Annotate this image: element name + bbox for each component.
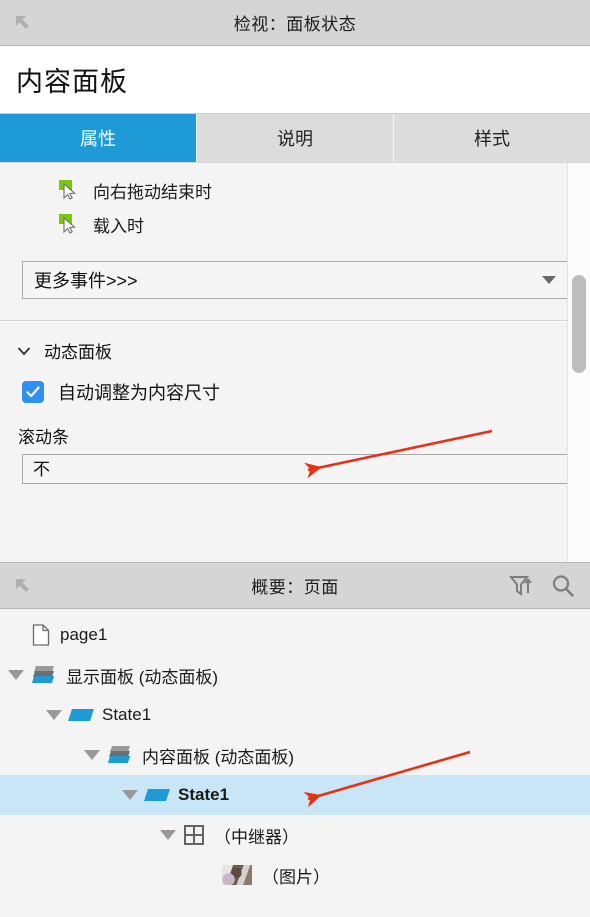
dynamic-panel-section-title: 动态面板 — [44, 343, 112, 362]
chevron-expanded-icon[interactable] — [46, 710, 62, 720]
dynamic-panel-icon — [107, 746, 132, 764]
event-row-drag-right-end[interactable]: 向右拖动结束时 — [0, 173, 590, 207]
event-label: 载入时 — [93, 216, 144, 236]
filter-icon[interactable] — [508, 573, 534, 599]
image-thumb-icon — [222, 865, 252, 885]
apphost: 检视：面板状态 内容面板 属性 说明 样式 向右拖动结束时 载入时 更多事件>>… — [0, 0, 590, 917]
tree-row-label: （中继器） — [214, 827, 299, 847]
tab-properties-label: 属性 — [80, 129, 116, 149]
tree-row-state1-outer[interactable]: State1 — [0, 695, 590, 735]
tab-properties[interactable]: 属性 — [0, 114, 197, 162]
events-list: 向右拖动结束时 载入时 — [0, 163, 590, 241]
autofit-checkbox-row[interactable]: 自动调整为内容尺寸 — [0, 363, 590, 405]
scrollbar-select[interactable]: 不 — [22, 454, 568, 484]
tab-notes-label: 说明 — [277, 129, 313, 149]
outline-tree: page1 显示面板 (动态面板) State1 内容面板 (动态面板) Sta… — [0, 609, 590, 895]
dynamic-panel-icon — [31, 666, 56, 684]
tree-row-page1[interactable]: page1 — [0, 615, 590, 655]
chevron-expanded-icon[interactable] — [8, 670, 24, 680]
autofit-checkbox-label: 自动调整为内容尺寸 — [58, 383, 220, 403]
tab-style[interactable]: 样式 — [394, 114, 590, 162]
inspector-panel-header: 检视：面板状态 — [0, 0, 590, 46]
properties-body: 向右拖动结束时 载入时 更多事件>>> 动态面板 自动调整为内容尺寸 滚动条 不 — [0, 162, 590, 562]
collapse-arrow-icon[interactable] — [12, 575, 34, 597]
repeater-icon — [184, 825, 204, 845]
outline-header-actions — [508, 573, 576, 599]
chevron-expanded-icon[interactable] — [160, 830, 176, 840]
inspector-tabs: 属性 说明 样式 — [0, 114, 590, 162]
scrollbar-thumb[interactable] — [572, 275, 586, 373]
panel-state-icon — [68, 709, 94, 721]
event-row-onload[interactable]: 载入时 — [0, 207, 590, 241]
chevron-down-icon — [542, 276, 556, 284]
autofit-checkbox[interactable] — [22, 381, 44, 403]
outline-title: 概要：页面 — [251, 578, 339, 597]
outline-panel-header: 概要：页面 — [0, 563, 590, 609]
tab-notes[interactable]: 说明 — [197, 114, 394, 162]
tree-row-label: page1 — [60, 625, 108, 644]
tree-row-label: （图片） — [262, 867, 330, 887]
chevron-down-icon — [16, 343, 32, 359]
tree-row-label: State1 — [102, 705, 152, 724]
panel-state-icon — [144, 789, 170, 801]
search-icon[interactable] — [550, 573, 576, 599]
cursor-event-icon — [58, 213, 80, 235]
chevron-expanded-icon[interactable] — [84, 750, 100, 760]
collapse-arrow-icon[interactable] — [12, 12, 34, 34]
tree-row-state1-selected[interactable]: State1 — [0, 775, 590, 815]
tree-row-label: State1 — [178, 785, 230, 804]
tree-row-content-panel[interactable]: 内容面板 (动态面板) — [0, 735, 590, 775]
cursor-event-icon — [58, 179, 80, 201]
properties-vertical-scrollbar[interactable] — [567, 163, 590, 562]
outline-panel: 概要：页面 page1 显示面板 (动态面板) State1 内容面板 (动态面… — [0, 563, 590, 917]
tree-row-display-panel[interactable]: 显示面板 (动态面板) — [0, 655, 590, 695]
more-events-label: 更多事件>>> — [34, 271, 138, 291]
tree-row-label: 内容面板 (动态面板) — [142, 747, 295, 767]
tree-row-image[interactable]: （图片） — [0, 855, 590, 895]
tree-row-repeater[interactable]: （中继器） — [0, 815, 590, 855]
object-name: 内容面板 — [16, 67, 128, 97]
scrollbar-label: 滚动条 — [18, 428, 69, 447]
inspector-title: 检视：面板状态 — [233, 15, 357, 34]
dynamic-panel-section-header[interactable]: 动态面板 — [0, 322, 590, 363]
tab-style-label: 样式 — [474, 129, 510, 149]
page-icon — [32, 624, 50, 646]
more-events-dropdown[interactable]: 更多事件>>> — [22, 261, 568, 299]
event-label: 向右拖动结束时 — [93, 182, 212, 202]
inspector-panel: 检视：面板状态 内容面板 属性 说明 样式 向右拖动结束时 载入时 更多事件>>… — [0, 0, 590, 563]
object-name-bar: 内容面板 — [0, 46, 590, 114]
chevron-expanded-icon[interactable] — [122, 790, 138, 800]
tree-row-label: 显示面板 (动态面板) — [66, 667, 219, 687]
